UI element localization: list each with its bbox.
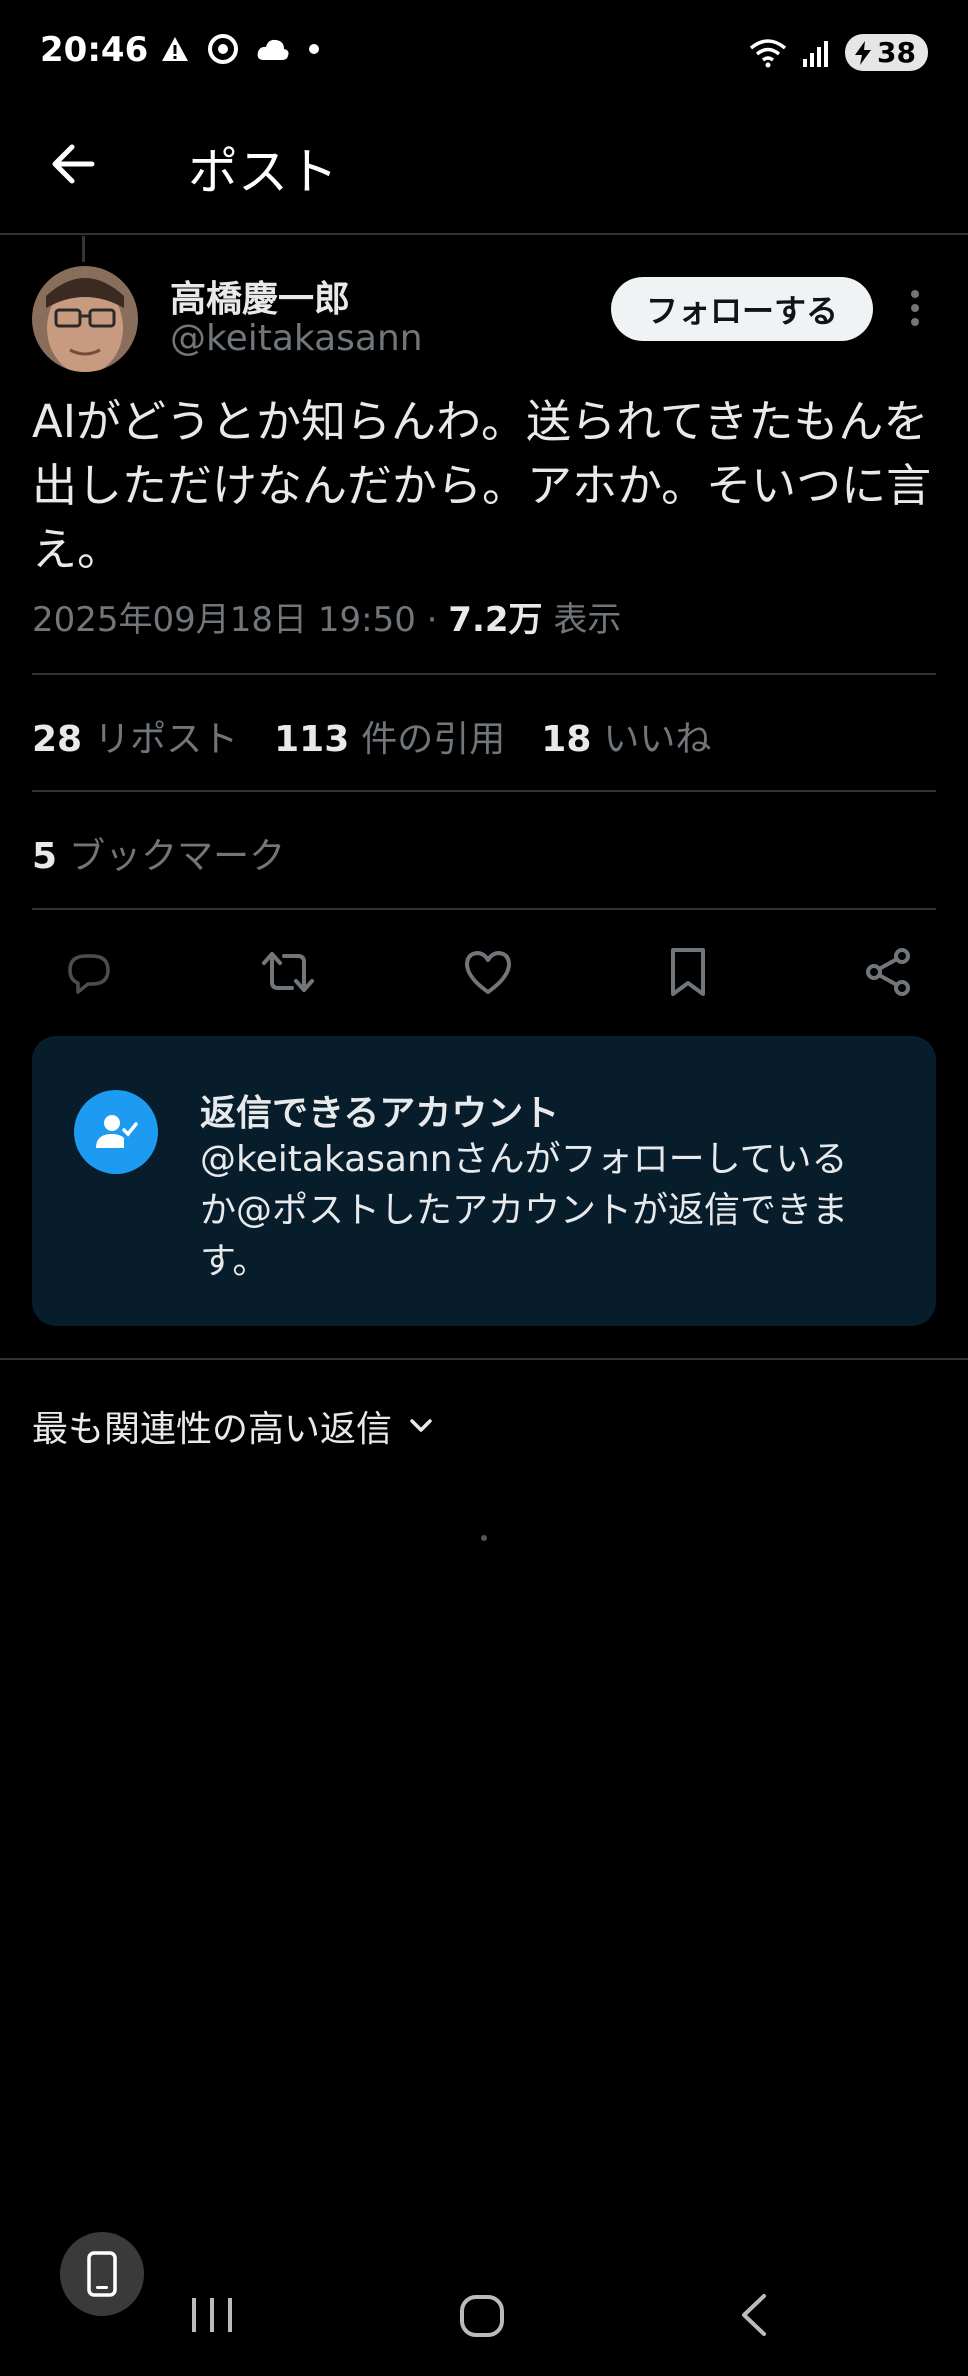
- loading-dot: [481, 1535, 487, 1541]
- likes-count: 18: [541, 719, 592, 760]
- user-handle[interactable]: @keitakasann: [170, 318, 423, 359]
- back-arrow-icon[interactable]: [44, 134, 104, 194]
- likes-label: いいね: [603, 719, 712, 760]
- battery-level: 38: [877, 36, 916, 69]
- repost-button[interactable]: [260, 944, 316, 1000]
- battery-indicator: 38: [845, 34, 928, 71]
- page-title: ポスト: [188, 143, 338, 201]
- share-button[interactable]: [860, 944, 916, 1000]
- header-divider: [0, 233, 968, 235]
- reposts-label: リポスト: [94, 719, 239, 760]
- quotes-stat[interactable]: 113 件の引用: [274, 710, 505, 762]
- heart-icon: [465, 951, 511, 994]
- likes-stat[interactable]: 18 いいね: [541, 710, 711, 762]
- reposts-count: 28: [32, 719, 83, 760]
- action-bar: [60, 942, 916, 1002]
- reposts-stat[interactable]: 28 リポスト: [32, 710, 238, 762]
- reply-button[interactable]: [60, 944, 116, 1000]
- bookmark-icon: [671, 948, 705, 996]
- chrome-icon: [208, 34, 238, 64]
- reply-permission-icon: [74, 1090, 158, 1174]
- cloud-icon: [257, 39, 289, 60]
- avatar[interactable]: [32, 266, 138, 372]
- engagement-stats: 28 リポスト 113 件の引用 18 いいね: [32, 710, 711, 762]
- follow-button[interactable]: フォローする: [611, 277, 873, 341]
- view-count: 7.2万: [448, 600, 543, 640]
- chevron-down-icon: [410, 1419, 432, 1432]
- bookmark-button[interactable]: [660, 944, 716, 1000]
- share-icon: [866, 948, 910, 996]
- quotes-label: 件の引用: [361, 719, 506, 760]
- wifi-icon: [749, 38, 787, 67]
- status-time: 20:46: [40, 30, 149, 70]
- bookmarks-label: ブックマーク: [69, 836, 286, 877]
- repost-icon: [262, 952, 314, 992]
- battery-saver-icon: [855, 40, 872, 65]
- status-notification-icons: [160, 34, 320, 64]
- status-system-icons: 38: [749, 34, 928, 71]
- meta-divider: [32, 673, 936, 675]
- more-options-icon[interactable]: [900, 288, 930, 328]
- reply-restriction-description: @keitakasannさんがフォローしているか@ポストしたアカウントが返信でき…: [200, 1139, 849, 1282]
- like-button[interactable]: [460, 944, 516, 1000]
- meta-separator: ·: [426, 600, 438, 640]
- nav-back-icon[interactable]: [742, 2294, 766, 2336]
- warning-icon: [162, 37, 188, 61]
- post-date[interactable]: 2025年09月18日 19:50: [32, 600, 416, 640]
- card-divider: [0, 1358, 968, 1360]
- reply-restriction-title: 返信できるアカウント: [200, 1093, 560, 1134]
- recent-apps-icon[interactable]: [192, 2298, 232, 2332]
- stats-divider: [32, 790, 936, 792]
- reply-icon: [68, 954, 110, 994]
- quotes-count: 113: [274, 719, 350, 760]
- system-nav-bar: [192, 2294, 766, 2337]
- post-text: AIがどうとか知らんわ。送られてきたもんを出しただけなんだから。アホか。そいつに…: [32, 395, 932, 576]
- view-label: 表示: [553, 600, 622, 640]
- home-icon[interactable]: [460, 2295, 504, 2337]
- dot-icon: [309, 44, 319, 54]
- sort-label: 最も関連性の高い返信: [32, 1409, 393, 1450]
- bookmarks-stat[interactable]: 5 ブックマーク: [32, 827, 285, 879]
- post-meta: 2025年09月18日 19:50 · 7.2万 表示: [32, 592, 621, 641]
- signal-icon: [803, 40, 829, 67]
- reply-sort-selector[interactable]: 最も関連性の高い返信: [32, 1400, 436, 1452]
- thread-line: [82, 236, 85, 262]
- bookmarks-divider: [32, 908, 936, 910]
- bookmarks-count: 5: [32, 836, 58, 877]
- display-name[interactable]: 高橋慶一郎: [170, 270, 350, 322]
